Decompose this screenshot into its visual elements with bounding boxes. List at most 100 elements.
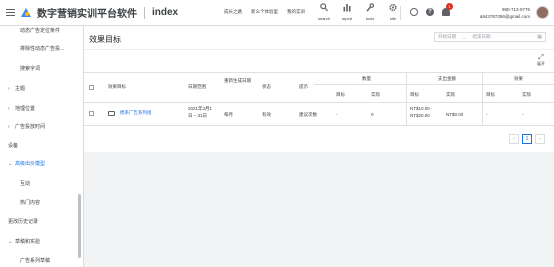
- sidebar-item-ad-schedule[interactable]: › 广告投放时间: [0, 122, 83, 133]
- expand-button[interactable]: ⤢ 展开: [534, 54, 548, 67]
- top-link-experience[interactable]: 新么个体验里: [251, 9, 278, 15]
- col-header-spend-actual[interactable]: 实际: [446, 92, 455, 98]
- cell-spend-target-line1: NT$10.00 -: [410, 106, 433, 111]
- expand-label: 展开: [537, 61, 545, 66]
- col-header-goal[interactable]: 效果目标: [108, 84, 126, 90]
- toolbar-divider: [400, 6, 401, 20]
- main-content: 效果目标 开始日期 → 结束日期 ▦ ⤢ 展开 效果目标 日期范围 重新生成日期…: [84, 26, 554, 267]
- cell-tip: 建议次数: [299, 112, 317, 117]
- date-arrow: →: [462, 34, 467, 40]
- cell-effect-actual: -: [522, 112, 524, 117]
- account-info[interactable]: 980-713-9776 a943787356@gmail.com: [466, 6, 530, 20]
- sidebar-item-label: 广告投放时间: [15, 124, 46, 130]
- top-link-training[interactable]: 我的实训: [287, 9, 305, 15]
- sidebar-item-search-terms[interactable]: 搜索字词: [0, 64, 83, 75]
- header-bottom-border: [84, 102, 554, 103]
- col-header-count-target[interactable]: 目标: [336, 92, 345, 98]
- goal-name-link[interactable]: 携系广告系列组: [120, 110, 152, 116]
- sidebar-scrollbar[interactable]: [78, 194, 81, 258]
- select-all-checkbox[interactable]: [89, 85, 94, 90]
- sidebar-item-locations[interactable]: › 地理位置: [0, 104, 83, 115]
- cell-repeat-cycle: 每月: [224, 112, 233, 117]
- menu-icon[interactable]: [6, 9, 15, 16]
- sidebar-item-topics[interactable]: › 主题: [0, 84, 83, 95]
- sidebar: 动态广告定位条件 排除性动态广告投... 搜索字词 › 主题 › 地理位置 › 广告投…: [0, 26, 84, 267]
- sidebar-item-dynamic-ad-targets[interactable]: 动态广告定位条件: [0, 26, 83, 37]
- row-bottom-border: [84, 125, 554, 126]
- sidebar-item-label: 草稿和实验: [15, 239, 41, 245]
- top-link-growth[interactable]: 成长之路: [224, 9, 242, 15]
- calendar-icon[interactable]: ▦: [537, 34, 542, 40]
- chevron-right-icon: ›: [8, 124, 10, 130]
- bell-icon[interactable]: 1: [442, 3, 453, 16]
- group-header-border: [314, 84, 554, 85]
- sidebar-item-label: 设备: [8, 143, 19, 149]
- folder-icon: [108, 111, 115, 116]
- col-header-spend-target[interactable]: 目标: [410, 92, 419, 98]
- col-header-count-actual[interactable]: 实际: [371, 92, 380, 98]
- report-tool-button[interactable]: report: [339, 3, 355, 21]
- top-links: 成长之路 新么个体验里 我的实训: [224, 9, 305, 15]
- sidebar-item-label: 排除性动态广告投...: [20, 46, 65, 52]
- next-page-button[interactable]: ›: [535, 134, 545, 144]
- prev-page-button[interactable]: ‹: [509, 134, 519, 144]
- tools-tool-button[interactable]: tools: [362, 3, 378, 21]
- search-tool-button[interactable]: search: [316, 3, 332, 21]
- cell-spend-target-line2: NT$20.00: [410, 113, 430, 118]
- title-divider: [84, 49, 554, 50]
- report-tool-label: report: [341, 16, 353, 21]
- cell-count-target: -: [336, 112, 338, 117]
- pagination: ‹ 1 ›: [509, 134, 545, 144]
- sidebar-item-label: 更改历史记录: [8, 219, 39, 225]
- sidebar-item-change-history[interactable]: 更改历史记录: [0, 217, 83, 228]
- sidebar-item-label: 广告系列草稿: [20, 258, 51, 264]
- site-tool-label: site: [389, 16, 397, 21]
- group-divider: [482, 72, 483, 125]
- group-divider: [406, 72, 407, 125]
- date-range-picker[interactable]: 开始日期 → 结束日期 ▦: [434, 32, 546, 42]
- page-1-button[interactable]: 1: [522, 134, 532, 144]
- tools-tool-label: tools: [365, 16, 375, 21]
- cell-effect-target: -: [486, 112, 488, 117]
- col-header-effect-actual[interactable]: 实际: [522, 92, 531, 98]
- refresh-icon[interactable]: [410, 8, 418, 16]
- gear-icon: [389, 3, 397, 15]
- search-icon: [320, 3, 328, 15]
- page-name: index: [152, 7, 179, 18]
- chevron-right-icon: ›: [8, 106, 10, 112]
- col-group-spend: 支出金额: [438, 76, 456, 81]
- col-header-status[interactable]: 状态: [262, 84, 271, 90]
- sidebar-item-popular-content[interactable]: 热门内容: [0, 198, 83, 209]
- col-header-effect-target[interactable]: 目标: [486, 92, 495, 98]
- notification-badge: 1: [446, 3, 453, 10]
- cell-count-actual: 0: [371, 112, 374, 117]
- cell-status: 有效: [262, 112, 271, 117]
- sidebar-item-advanced-bid[interactable]: ⌄ 高级出价模型: [0, 159, 83, 170]
- sidebar-item-label: 地理位置: [15, 106, 36, 112]
- help-icon[interactable]: ?: [426, 8, 434, 16]
- col-header-repeat-cycle[interactable]: 重新生成日期: [224, 78, 258, 84]
- sidebar-item-devices[interactable]: 设备: [0, 141, 83, 152]
- bar-chart-icon: [343, 3, 351, 15]
- sidebar-item-dynamic-ad-exclusions[interactable]: 排除性动态广告投...: [0, 44, 83, 55]
- app-title: 数字营销实训平台软件: [37, 9, 137, 20]
- sidebar-item-label: 互动: [20, 181, 31, 187]
- page-title: 效果目标: [89, 35, 121, 44]
- expand-icon: ⤢: [538, 54, 544, 61]
- sidebar-item-label: 主题: [15, 86, 26, 92]
- avatar[interactable]: [536, 6, 549, 19]
- sidebar-item-campaign-drafts[interactable]: 广告系列草稿: [0, 256, 83, 267]
- sidebar-item-label: 搜索字词: [20, 66, 41, 72]
- site-tool-button[interactable]: site: [385, 3, 401, 21]
- date-end-input[interactable]: 结束日期: [473, 34, 491, 40]
- table-top-border: [84, 72, 554, 73]
- row-checkbox[interactable]: [89, 111, 94, 116]
- date-start-input[interactable]: 开始日期: [438, 34, 456, 40]
- col-header-tip[interactable]: 提示: [299, 84, 308, 90]
- col-group-count: 数量: [362, 76, 371, 81]
- chevron-down-icon: ⌄: [8, 239, 13, 245]
- sidebar-item-label: 高级出价模型: [15, 161, 46, 167]
- sidebar-item-drafts-experiments[interactable]: ⌄ 草稿和实验: [0, 237, 83, 248]
- col-header-date-range[interactable]: 日期范围: [188, 84, 206, 90]
- sidebar-item-interactions[interactable]: 互动: [0, 179, 83, 190]
